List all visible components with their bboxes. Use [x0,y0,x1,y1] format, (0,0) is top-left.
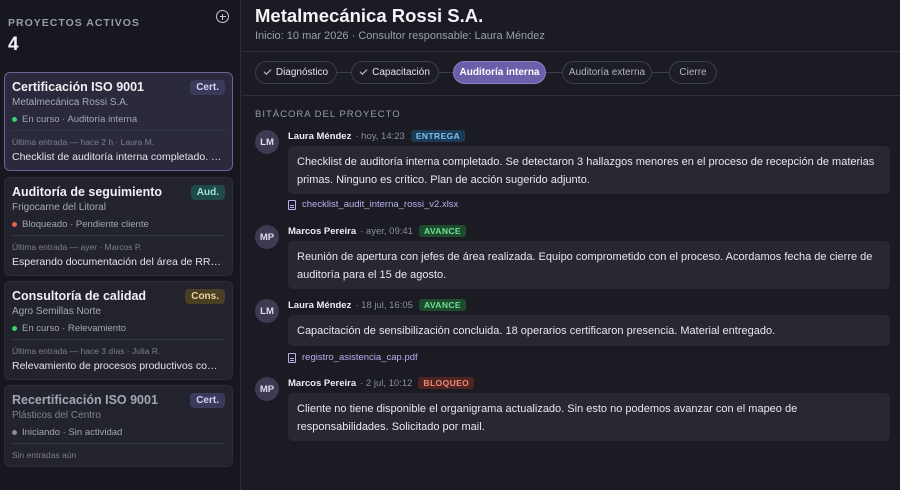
log-entry-header: Marcos Pereira · 2 jul, 10:12 BLOQUEO [288,377,475,389]
avatar: MP [255,377,279,401]
log-entry-header: Laura Méndez · 18 jul, 16:05 AVANCE [288,299,466,311]
divider [242,95,900,96]
status-dot [12,222,17,227]
project-card-last-entry: Relevamiento de procesos productivos com… [12,360,225,372]
page-title: Metalmecánica Rossi S.A. [255,5,484,26]
project-subtitle: Inicio: 10 mar 2026 · Consultor responsa… [255,30,545,42]
project-card-meta: Última entrada — hace 2 h · Laura M. [12,137,155,147]
project-card[interactable]: Recertificación ISO 9001 Cert. Plásticos… [4,385,233,467]
project-type-badge: Aud. [190,185,225,200]
project-card-status: Iniciando · Sin actividad [12,427,122,438]
attachment-name: registro_asistencia_cap.pdf [302,352,418,363]
entry-tag: BLOQUEO [418,377,475,389]
status-dot [12,430,17,435]
entry-tag: ENTREGA [410,130,466,142]
step-cierre[interactable]: Cierre [669,61,717,84]
plus-circle-icon[interactable] [216,10,229,23]
divider [242,51,900,52]
project-card[interactable]: Certificación ISO 9001 Cert. Metalmecáni… [4,72,233,171]
project-count: 4 [8,34,19,55]
project-card-meta: Sin entradas aún [12,450,77,460]
log-entry-body: Cliente no tiene disponible el organigra… [288,393,890,441]
project-card-status-text: Bloqueado · Pendiente cliente [22,219,149,230]
project-card-status: En curso · Relevamiento [12,323,126,334]
project-type-badge: Cons. [185,289,225,304]
status-dot [12,117,17,122]
project-card-name: Auditoría de seguimiento [12,185,163,199]
entry-timestamp: · hoy, 14:23 [355,130,405,142]
log-entry-body: Capacitación de sensibilización concluid… [288,315,890,346]
sidebar-title: PROYECTOS ACTIVOS [8,17,140,29]
step-diagnostico[interactable]: Diagnóstico [255,61,337,84]
project-card-client: Agro Semillas Norte [12,306,101,317]
step-label: Capacitación [372,67,430,78]
step-auditoria-interna[interactable]: Auditoría interna [453,61,546,84]
step-capacitacion[interactable]: Capacitación [351,61,439,84]
project-sidebar: PROYECTOS ACTIVOS 4 Certificación ISO 90… [0,0,241,490]
file-icon [288,199,296,210]
project-card-client: Metalmecánica Rossi S.A. [12,97,129,108]
entry-tag: AVANCE [418,299,466,311]
log-entry-body: Reunión de apertura con jefes de área re… [288,241,890,289]
divider [12,235,225,236]
status-dot [12,326,17,331]
step-label: Diagnóstico [275,67,329,78]
project-card-last-entry: Checklist de auditoría interna completad… [12,151,225,163]
project-card-meta: Última entrada — hace 3 días · Julia R. [12,346,161,356]
project-detail: Metalmecánica Rossi S.A. Inicio: 10 mar … [242,0,900,490]
entry-author: Marcos Pereira [288,225,357,237]
project-card-last-entry: Esperando documentación del área de RRHH… [12,256,225,268]
avatar: MP [255,225,279,249]
check-icon [263,67,272,75]
attachment-link[interactable]: checklist_audit_interna_rossi_v2.xlsx [288,199,458,210]
attachment-link[interactable]: registro_asistencia_cap.pdf [288,352,418,363]
check-icon [359,67,368,75]
entry-author: Marcos Pereira [288,377,357,389]
project-card-name: Consultoría de calidad [12,289,147,303]
project-type-badge: Cert. [190,80,225,95]
project-card-status-text: En curso · Relevamiento [22,323,127,334]
project-card[interactable]: Auditoría de seguimiento Aud. Frigocarne… [4,177,233,276]
project-card[interactable]: Consultoría de calidad Cons. Agro Semill… [4,281,233,380]
log-section-title: BITÁCORA DEL PROYECTO [255,109,401,120]
divider [12,339,225,340]
log-entry-body: Checklist de auditoría interna completad… [288,146,890,194]
project-card-status: En curso · Auditoría interna [12,114,137,125]
avatar: LM [255,130,279,154]
divider [12,443,225,444]
project-type-badge: Cert. [190,393,225,408]
project-card-client: Frigocarne del Litoral [12,202,106,213]
entry-author: Laura Méndez [288,130,352,142]
project-card-name: Certificación ISO 9001 [12,80,145,94]
project-card-status-text: En curso · Auditoría interna [22,114,138,125]
project-card-status-text: Iniciando · Sin actividad [22,427,123,438]
entry-timestamp: · 2 jul, 10:12 [360,377,413,389]
project-card-name: Recertificación ISO 9001 [12,393,158,407]
log-entry-header: Laura Méndez · hoy, 14:23 ENTREGA [288,130,466,142]
step-label: Cierre [679,67,707,78]
log-entry-header: Marcos Pereira · ayer, 09:41 AVANCE [288,225,466,237]
project-card-status: Bloqueado · Pendiente cliente [12,219,149,230]
entry-timestamp: · ayer, 09:41 [360,225,413,237]
step-auditoria-externa[interactable]: Auditoría externa [562,61,652,84]
entry-timestamp: · 18 jul, 16:05 [355,299,413,311]
divider [12,130,225,131]
sidebar-header: PROYECTOS ACTIVOS [8,10,232,31]
file-icon [288,352,296,363]
step-label: Auditoría interna [459,67,540,78]
project-card-meta: Última entrada — ayer · Marcos P. [12,242,142,252]
step-label: Auditoría externa [568,67,646,78]
avatar: LM [255,299,279,323]
entry-author: Laura Méndez [288,299,352,311]
entry-tag: AVANCE [418,225,466,237]
project-card-client: Plásticos del Centro [12,410,101,421]
attachment-name: checklist_audit_interna_rossi_v2.xlsx [302,199,459,210]
